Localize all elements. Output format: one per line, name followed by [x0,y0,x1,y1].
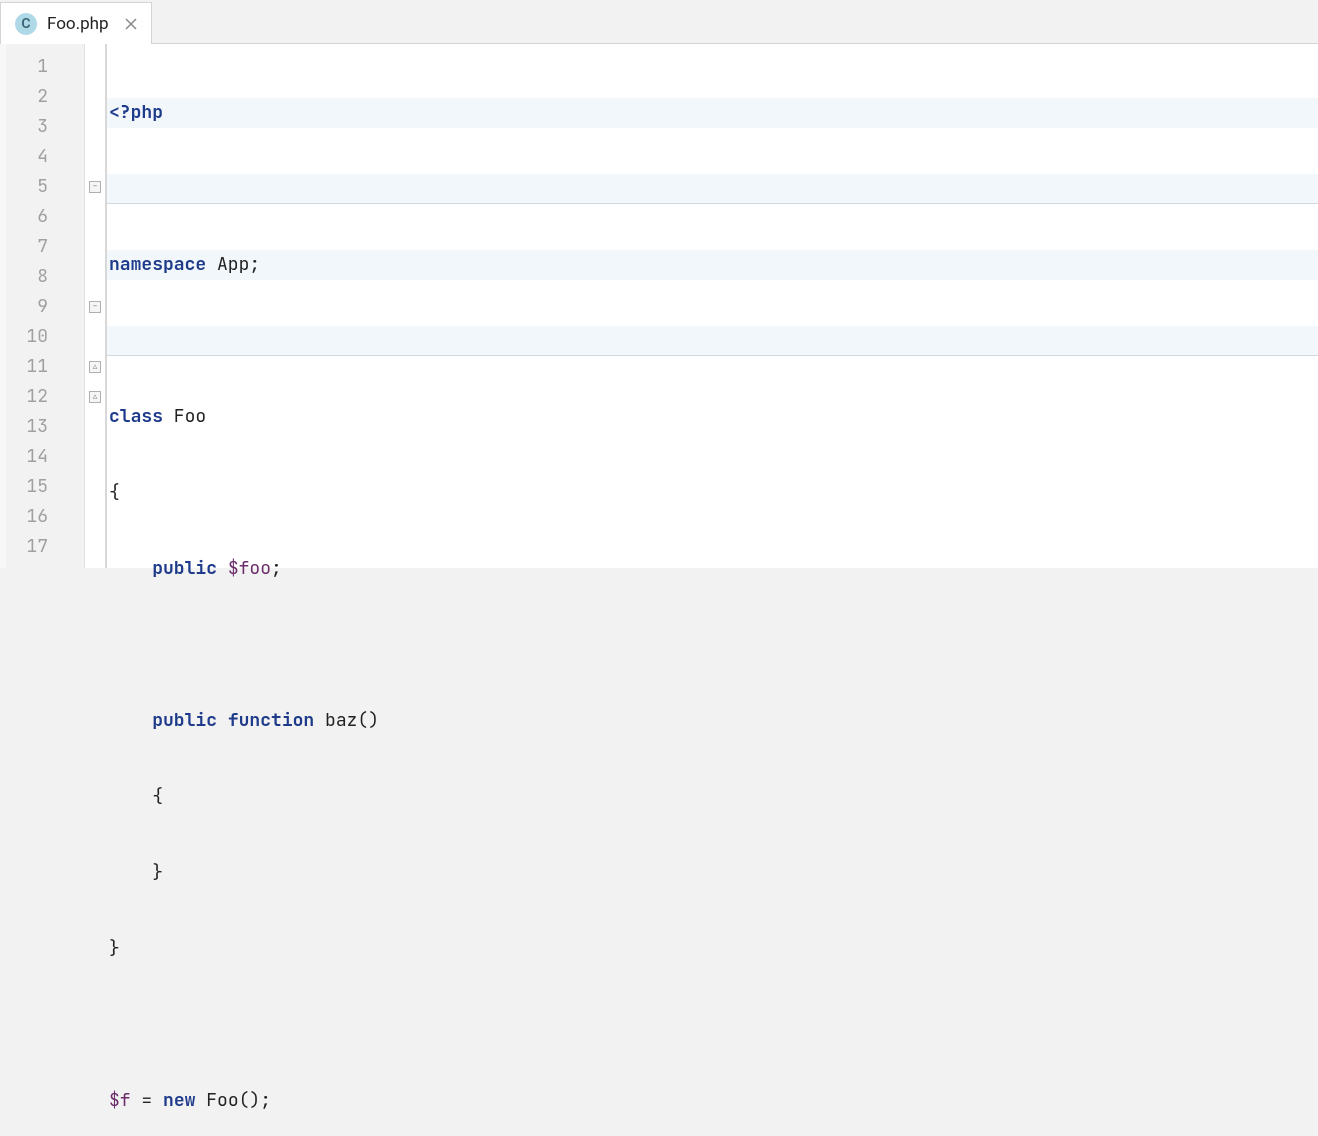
keyword-class: class [109,405,163,428]
namespace-name: App; [206,253,260,276]
file-icon-letter: C [21,16,30,32]
parentheses: () [357,709,379,732]
code-line[interactable] [107,1010,1318,1040]
property-foo: $foo [217,557,271,580]
line-number: 5 [6,172,84,202]
fold-slot [85,202,105,232]
keyword-new: new [163,1089,195,1112]
line-number: 14 [6,442,84,472]
fold-end-icon[interactable]: ▵ [89,361,101,373]
code-line[interactable]: } [107,858,1318,888]
brace-close: } [109,861,163,884]
variable-f: $f [109,1089,131,1112]
fold-slot [85,52,105,82]
line-number: 3 [6,112,84,142]
code-line[interactable]: { [107,478,1318,508]
fold-slot [85,412,105,442]
fold-slot: − [85,172,105,202]
brace-open: { [109,785,163,808]
line-number: 13 [6,412,84,442]
line-number: 4 [6,142,84,172]
fold-gutter: − − ▵ ▵ [85,44,107,568]
close-tab-icon[interactable] [123,16,139,32]
fold-collapse-icon[interactable]: − [89,181,101,193]
code-editor[interactable]: <?php namespace App; class Foo { public … [107,44,1318,568]
line-number: 15 [6,472,84,502]
class-ref: Foo [195,1089,238,1112]
line-number: 9 [6,292,84,322]
class-name: Foo [163,405,206,428]
fold-slot [85,472,105,502]
fold-slot [85,442,105,472]
fold-slot: ▵ [85,352,105,382]
editor-area: 1 2 3 4 5 6 7 8 9 10 11 12 13 14 15 16 1… [0,44,1318,568]
code-line[interactable] [107,174,1318,204]
fold-slot [85,262,105,292]
line-number: 8 [6,262,84,292]
line-number: 1 [6,52,84,82]
php-open-tag: <?php [109,101,163,124]
fold-slot [85,82,105,112]
class-file-icon: C [15,13,37,35]
file-tab[interactable]: C Foo.php [0,2,152,44]
code-line[interactable]: namespace App; [107,250,1318,280]
brace-close: } [109,937,120,960]
code-line[interactable]: } [107,934,1318,964]
code-line[interactable]: class Foo [107,402,1318,432]
keyword-function: function [217,709,314,732]
fold-slot: − [85,292,105,322]
code-line[interactable]: <?php [107,98,1318,128]
keyword-namespace: namespace [109,253,206,276]
keyword-public: public [152,557,217,580]
line-number: 12 [6,382,84,412]
fold-end-icon[interactable]: ▵ [89,391,101,403]
code-line[interactable]: $f = new Foo(); [107,1086,1318,1116]
fold-slot [85,502,105,532]
keyword-public: public [152,709,217,732]
fold-collapse-icon[interactable]: − [89,301,101,313]
line-number-gutter[interactable]: 1 2 3 4 5 6 7 8 9 10 11 12 13 14 15 16 1… [6,44,85,568]
equals: = [131,1089,163,1112]
parentheses: () [239,1089,261,1112]
line-number: 2 [6,82,84,112]
fold-slot: ▵ [85,382,105,412]
fold-slot [85,322,105,352]
fold-slot [85,532,105,562]
line-number: 7 [6,232,84,262]
tab-filename: Foo.php [47,14,109,34]
code-line[interactable]: public function baz() [107,706,1318,736]
line-number: 10 [6,322,84,352]
brace-open: { [109,481,120,504]
semicolon: ; [260,1089,271,1112]
line-number: 6 [6,202,84,232]
line-number: 17 [6,532,84,562]
code-line[interactable]: public $foo; [107,554,1318,584]
tab-bar: C Foo.php [0,0,1318,44]
semicolon: ; [271,557,282,580]
code-line[interactable]: { [107,782,1318,812]
fold-slot [85,232,105,262]
line-number: 11 [6,352,84,382]
code-line[interactable] [107,630,1318,660]
fold-slot [85,142,105,172]
method-name: baz [314,709,357,732]
code-line[interactable] [107,326,1318,356]
fold-slot [85,112,105,142]
line-number: 16 [6,502,84,532]
